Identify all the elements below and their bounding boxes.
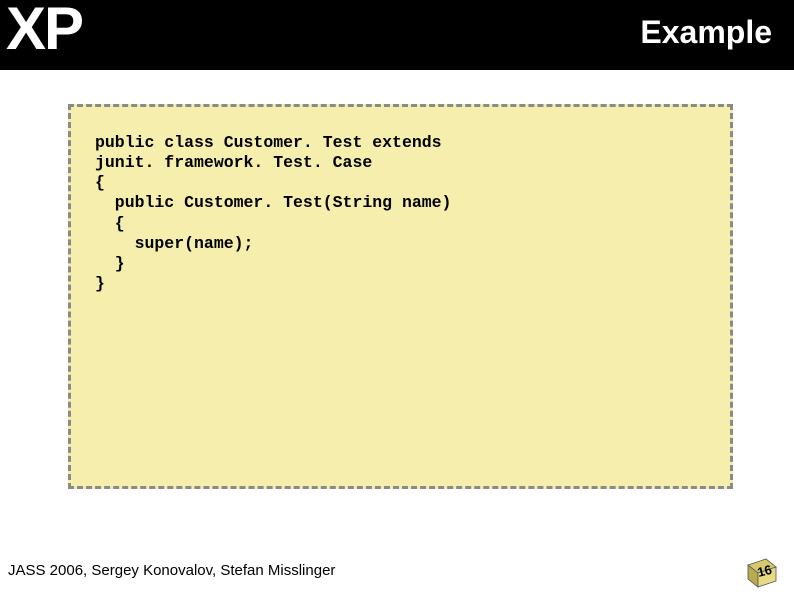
slide: XP Example public class Customer. Test e… <box>0 0 794 595</box>
code-box: public class Customer. Test extends juni… <box>68 104 733 489</box>
code-block: public class Customer. Test extends juni… <box>95 133 710 294</box>
footer-text: JASS 2006, Sergey Konovalov, Stefan Miss… <box>8 562 335 579</box>
slide-title: Example <box>640 14 772 51</box>
logo: XP <box>6 0 82 63</box>
page-number-widget: 16 <box>742 549 782 589</box>
header-bar: XP Example <box>0 0 794 70</box>
